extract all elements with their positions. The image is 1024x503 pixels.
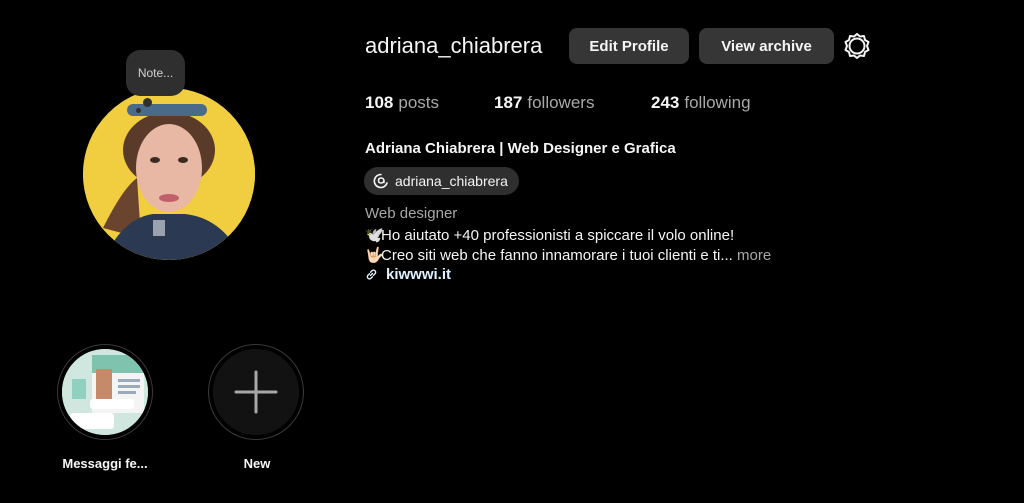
highlight-cover [62,349,148,435]
new-highlight-button[interactable] [208,344,304,440]
website-row[interactable]: kiwwwi.it [365,266,451,283]
plus-icon [234,370,278,414]
profile-avatar[interactable] [83,88,255,260]
profile-username: adriana_chiabrera [365,33,543,58]
bio-line-2: 🤟🏻Creo siti web che fanno innamorare i t… [365,246,771,264]
bio-line-1: 🕊️Ho aiutato +40 professionisti a spicca… [365,226,734,244]
bird-emoji-icon: 🕊️ [365,227,384,244]
avatar-photo [83,88,255,260]
note-placeholder: Note... [137,66,174,80]
settings-gear-icon[interactable] [844,33,870,59]
profile-category: Web designer [365,205,458,222]
edit-profile-button[interactable]: Edit Profile [569,28,689,64]
highlight-cover-image [62,349,148,435]
followers-label: followers [527,93,595,112]
note-bubble-tail [143,98,152,107]
highlight-label-new: New [243,456,271,471]
profile-full-name: Adriana Chiabrera | Web Designer e Grafi… [365,140,676,157]
threads-icon [373,173,388,189]
note-bubble-tail-small [136,108,141,113]
bio-more-link[interactable]: more [737,247,771,264]
following-label: following [684,93,751,112]
note-bubble[interactable]: Note... [126,50,185,96]
followers-count: 187 [494,93,523,112]
threads-badge[interactable]: adriana_chiabrera [364,167,519,195]
link-icon [366,269,377,280]
stat-followers[interactable]: 187 followers [494,93,594,113]
highlight-label-messaggi: Messaggi fe... [62,456,148,471]
rock-hand-emoji-icon: 🤟🏻 [365,247,384,264]
stat-posts: 108 posts [365,93,439,113]
bio-text-1: Ho aiutato +40 professionisti a spiccare… [381,227,735,244]
website-link[interactable]: kiwwwi.it [386,266,451,283]
bio-text-2: Creo siti web che fanno innamorare i tuo… [381,247,733,264]
stat-following[interactable]: 243 following [651,93,751,113]
posts-count: 108 [365,93,394,112]
posts-label: posts [398,93,440,112]
new-highlight-circle [213,349,299,435]
highlight-messaggi[interactable] [57,344,153,440]
following-count: 243 [651,93,680,112]
threads-handle: adriana_chiabrera [395,173,508,189]
view-archive-button[interactable]: View archive [699,28,834,64]
